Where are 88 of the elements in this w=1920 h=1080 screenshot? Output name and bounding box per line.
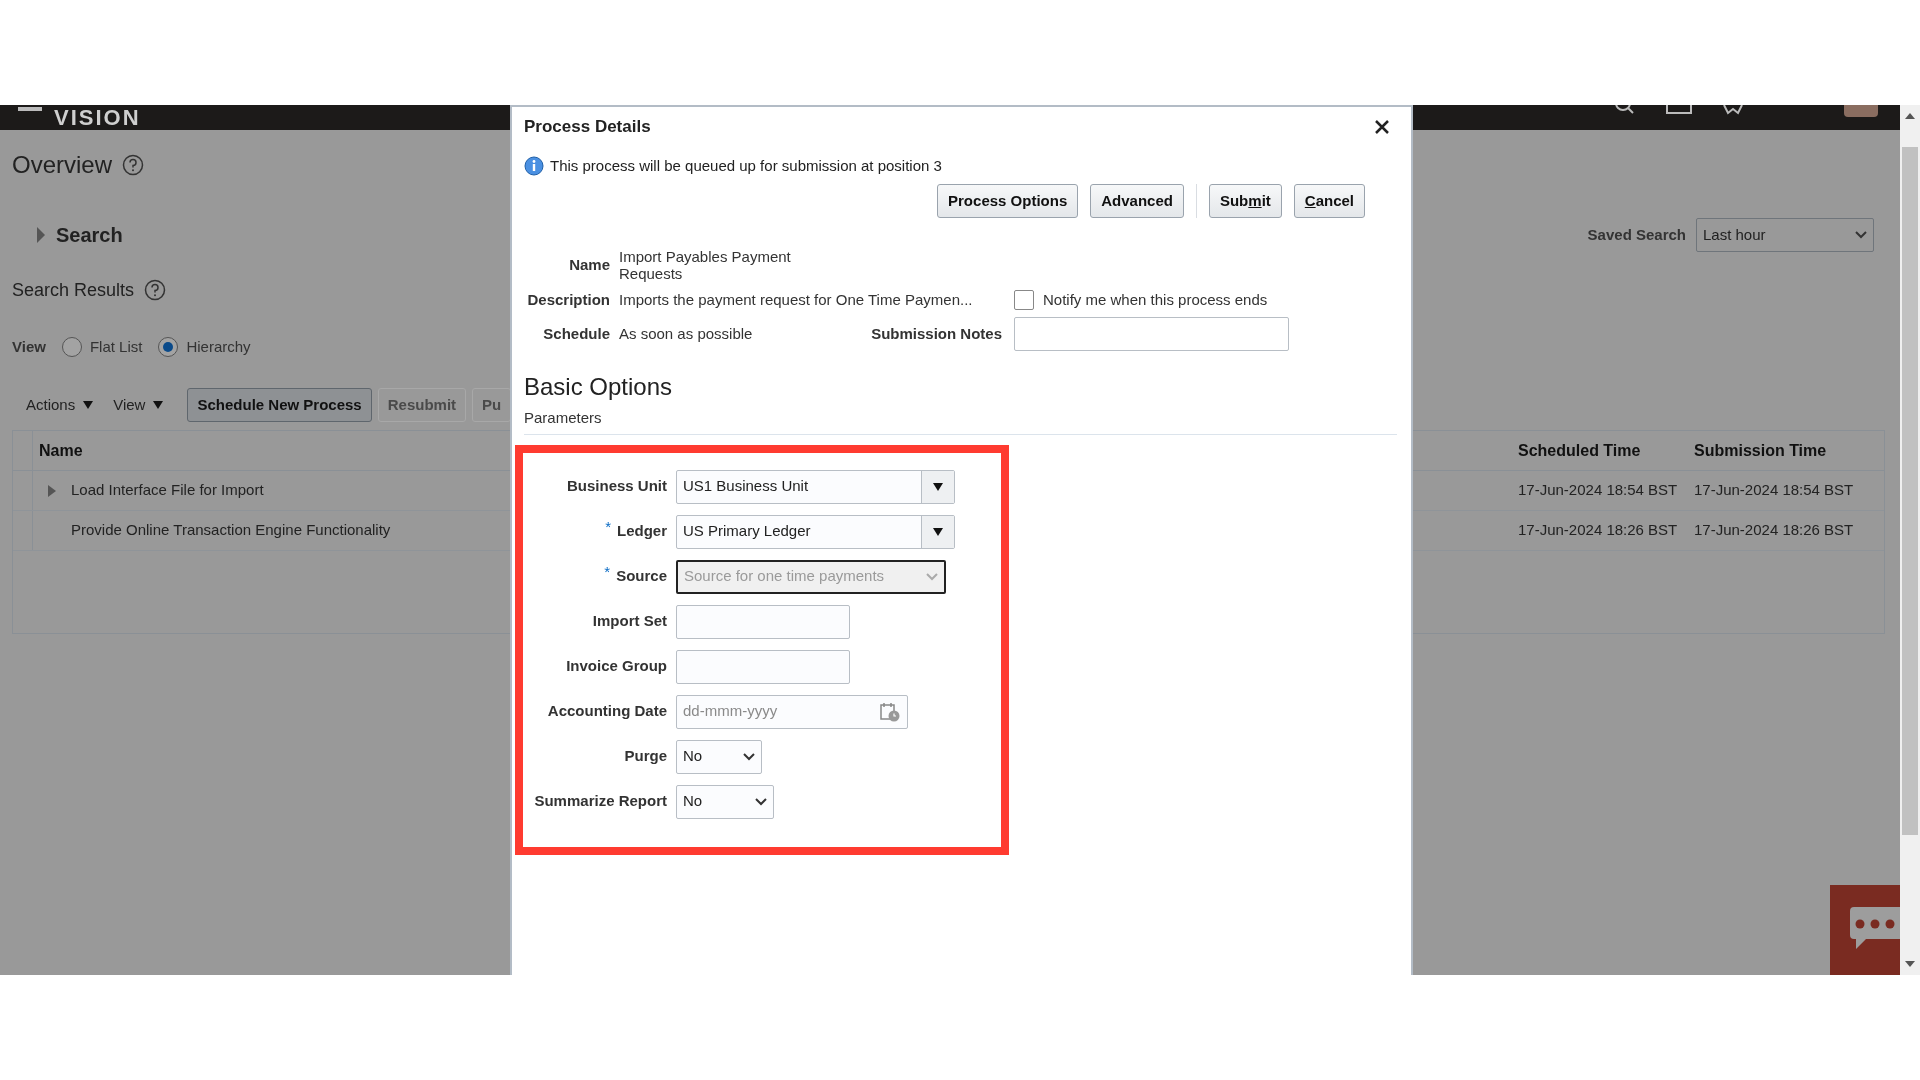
field-label: Accounting Date (547, 701, 667, 722)
input-field[interactable] (1014, 317, 1289, 351)
field-label: Business Unit (566, 476, 667, 497)
table-cell-text: Load Interface File for Import (71, 480, 264, 501)
combo-field[interactable]: US1 Business Unit (676, 469, 955, 504)
date-field[interactable]: dd-mmm-yyyy (676, 694, 908, 729)
chat-icon (1850, 907, 1900, 952)
field-label: Schedule (542, 323, 610, 344)
chevron-down-icon (755, 797, 767, 806)
view-label: View (12, 336, 46, 357)
dialog-button[interactable]: Advanced (1090, 184, 1184, 218)
table-cell-text: 17-Jun-2024 18:26 BST (1518, 520, 1679, 541)
table-cell-text: 17-Jun-2024 18:54 BST (1694, 480, 1855, 501)
expand-icon[interactable] (48, 484, 56, 497)
field-label: Purge (624, 746, 667, 767)
section-title: Basic Options (524, 373, 674, 401)
field-value: As soon as possible (619, 323, 754, 344)
dialog-button[interactable]: Process Options (937, 184, 1079, 218)
chevron-down-icon (926, 572, 938, 581)
menu-button[interactable]: View (113, 393, 164, 417)
section-title: Search Results (12, 278, 135, 302)
info-message: This process will be queued up for submission at position 3 (550, 155, 942, 176)
calendar-icon[interactable] (879, 700, 901, 723)
saved-search-select[interactable]: Last hour (1696, 218, 1874, 252)
field-value: No (683, 746, 703, 767)
help-icon[interactable] (144, 279, 167, 301)
field-label: Import Set (592, 611, 667, 632)
radio-option[interactable]: Hierarchy (158, 335, 251, 359)
column-header[interactable]: Submission Time (1694, 438, 1884, 463)
dropdown-button[interactable] (921, 470, 954, 503)
field-value: Import Payables Payment Requests (619, 248, 792, 282)
required-mark: * (604, 565, 611, 580)
scroll-up-icon[interactable] (1905, 113, 1915, 119)
dialog-button[interactable]: Submit (1208, 184, 1282, 218)
field-label: Ledger (617, 521, 667, 542)
radio-option[interactable]: Flat List (61, 335, 143, 359)
field-label: Source (616, 566, 667, 587)
select-field[interactable]: No (676, 739, 762, 774)
page-title: Overview (12, 150, 113, 180)
subsection-title: Parameters (524, 407, 1397, 435)
chevron-down-icon (743, 752, 755, 761)
caret-icon (933, 527, 943, 536)
info-icon (524, 156, 544, 176)
toolbar-button[interactable]: Schedule New Process (187, 388, 372, 422)
field-placeholder: Source for one time payments (684, 566, 885, 587)
combo-field[interactable]: US Primary Ledger (676, 514, 955, 549)
expand-icon (36, 227, 46, 243)
logo[interactable]: VISION (54, 105, 141, 130)
dropdown-button[interactable] (921, 515, 954, 548)
table-cell-text: 17-Jun-2024 18:54 BST (1518, 480, 1679, 501)
close-icon[interactable] (1375, 120, 1389, 134)
checkbox[interactable] (1014, 290, 1034, 310)
saved-search-label: Saved Search (1587, 224, 1686, 245)
input-field[interactable] (676, 604, 850, 639)
menu-button[interactable]: Actions (26, 393, 94, 417)
chevron-down-icon (1855, 231, 1867, 239)
scrollbar[interactable] (1900, 105, 1920, 975)
select-field[interactable]: No (676, 784, 774, 819)
field-value: No (683, 791, 703, 812)
dialog-title: Process Details (524, 116, 651, 139)
field-value: US Primary Ledger (682, 521, 812, 542)
caret-icon (153, 401, 164, 409)
column-header[interactable]: Scheduled Time (1518, 438, 1694, 463)
caret-icon (83, 401, 94, 409)
scroll-down-icon[interactable] (1905, 961, 1915, 967)
caret-icon (933, 482, 943, 491)
dialog-button[interactable]: Cancel (1293, 184, 1365, 218)
field-label: Description (526, 289, 610, 310)
input-field[interactable] (676, 649, 850, 684)
window-icon[interactable] (1666, 105, 1692, 115)
field-label: Invoice Group (566, 656, 667, 677)
radio-button[interactable] (158, 337, 179, 357)
field-label: Name (568, 254, 610, 275)
field-value: US1 Business Unit (682, 476, 810, 497)
search-section-toggle[interactable]: Search (36, 220, 123, 250)
field-value: Imports the payment request for One Time Paymen... (619, 289, 974, 310)
field-label: Summarize Report (534, 791, 667, 812)
scrollbar-thumb[interactable] (1902, 147, 1918, 835)
search-icon[interactable] (1614, 105, 1636, 115)
table-cell-text: Provide Online Transaction Engine Functionality (71, 520, 391, 541)
required-mark: * (605, 520, 611, 535)
table-cell-text: 17-Jun-2024 18:26 BST (1694, 520, 1855, 541)
checkbox-label: Notify me when this process ends (1043, 289, 1268, 310)
date-input[interactable]: dd-mmm-yyyy (683, 700, 833, 723)
help-icon[interactable] (122, 154, 145, 176)
field-label: Submission Notes (870, 323, 1002, 344)
radio-button[interactable] (61, 337, 82, 357)
chat-button[interactable] (1830, 885, 1900, 975)
